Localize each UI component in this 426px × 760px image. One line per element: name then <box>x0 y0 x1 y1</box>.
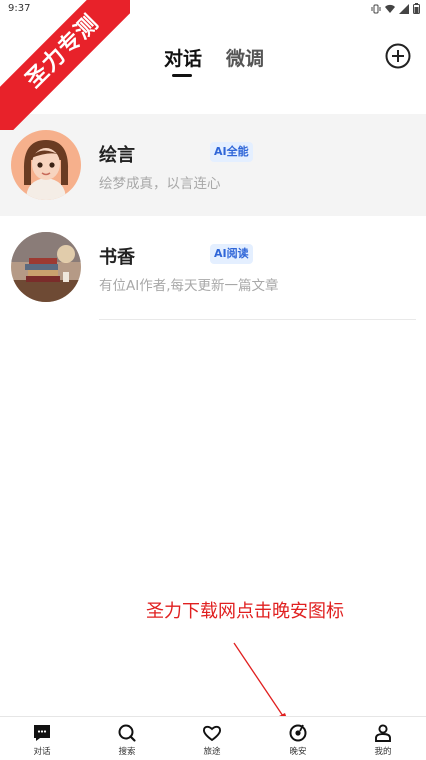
bottom-nav: 对话 搜索 旅途 晚安 我的 <box>0 716 426 760</box>
search-icon <box>118 724 136 742</box>
category-badge: AI阅读 <box>210 244 253 264</box>
nav-label: 晚安 <box>289 747 307 757</box>
chat-name: 绘言 <box>99 145 135 166</box>
chat-name: 书香 <box>99 247 135 268</box>
tab-weitiao[interactable]: 微调 <box>226 44 264 71</box>
add-icon[interactable] <box>385 43 411 69</box>
annotation-text: 圣力下载网点击晚安图标 <box>146 601 344 622</box>
nav-lvtu[interactable]: 旅途 <box>182 723 242 757</box>
nav-wanan[interactable]: 晚安 <box>268 723 328 757</box>
status-icons <box>371 3 420 14</box>
vibrate-icon <box>371 4 381 13</box>
tab-duihua[interactable]: 对话 <box>164 44 202 71</box>
user-icon <box>375 724 391 742</box>
nav-wode[interactable]: 我的 <box>353 723 413 757</box>
ribbon-text: 圣力专测 <box>0 0 130 130</box>
nav-sousuo[interactable]: 搜索 <box>97 723 157 757</box>
record-icon <box>289 724 307 742</box>
heart-icon <box>202 725 222 742</box>
chat-list: 绘言 AI全能 绘梦成真，以言连心 书香 AI阅读 有位AI作者,每天更新一篇文… <box>0 114 426 320</box>
active-tab-indicator <box>172 74 192 77</box>
chat-description: 有位AI作者,每天更新一篇文章 <box>99 278 279 294</box>
nav-label: 我的 <box>374 747 392 757</box>
wifi-icon <box>385 4 395 13</box>
battery-icon <box>413 3 420 14</box>
chat-item-shuxiang[interactable]: 书香 AI阅读 有位AI作者,每天更新一篇文章 <box>0 216 426 320</box>
nav-label: 旅途 <box>203 747 221 757</box>
chat-description: 绘梦成真，以言连心 <box>99 176 221 192</box>
nav-duihua[interactable]: 对话 <box>12 723 72 757</box>
avatar <box>11 130 81 200</box>
nav-label: 搜索 <box>118 747 136 757</box>
signal-icon <box>399 3 409 14</box>
corner-ribbon: 圣力专测 <box>0 0 130 130</box>
category-badge: AI全能 <box>210 142 253 162</box>
chat-bubble-icon <box>34 725 50 741</box>
divider <box>99 319 416 320</box>
nav-label: 对话 <box>33 747 51 757</box>
avatar <box>11 232 81 302</box>
